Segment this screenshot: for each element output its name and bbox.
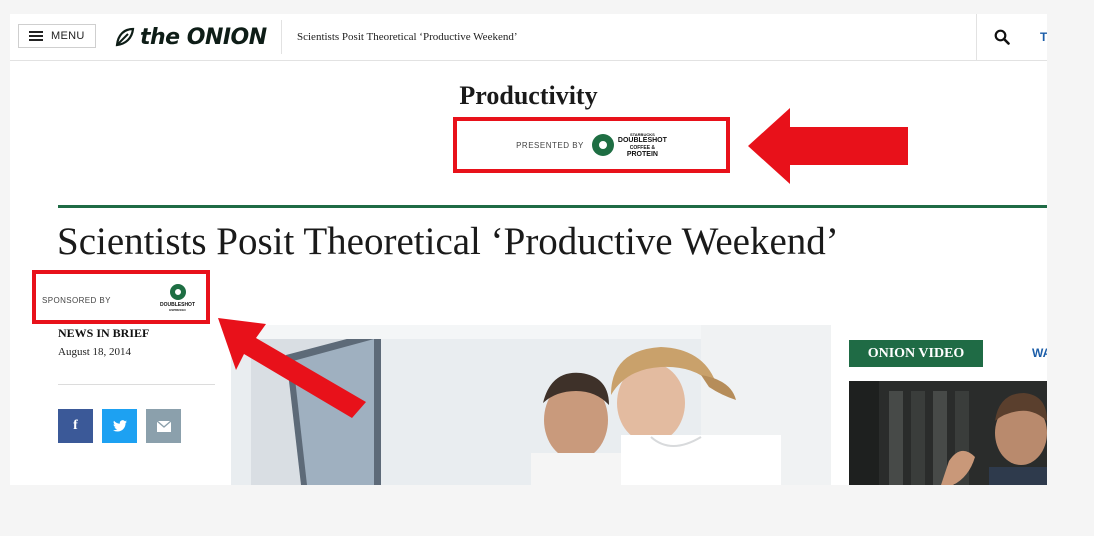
sponsored-by-label: SPONSORED BY: [42, 296, 111, 305]
search-icon: [994, 29, 1010, 45]
onion-leaf-icon: [115, 27, 135, 47]
header-article-title: Scientists Posit Theoretical ‘Productive…: [297, 31, 518, 43]
facebook-share-button[interactable]: f: [58, 409, 93, 443]
menu-label: MENU: [51, 30, 85, 42]
menu-button[interactable]: MENU: [18, 24, 96, 48]
starbucks-siren-icon: [591, 134, 614, 156]
email-share-button[interactable]: [146, 409, 181, 443]
video-still: [849, 381, 1047, 485]
onion-logo[interactable]: the ONION: [114, 23, 267, 51]
header-divider: [281, 20, 282, 54]
article-date: August 18, 2014: [58, 346, 132, 358]
video-thumbnail[interactable]: [849, 381, 1047, 485]
header-right-link[interactable]: T: [1040, 30, 1047, 44]
facebook-icon: f: [73, 418, 78, 433]
article-kicker[interactable]: NEWS IN BRIEF: [58, 326, 149, 341]
envelope-icon: [156, 420, 171, 432]
onion-video-label[interactable]: ONION VIDEO: [849, 340, 983, 367]
hamburger-icon: [29, 31, 43, 41]
search-button[interactable]: [976, 14, 1027, 60]
article-headline: Scientists Posit Theoretical ‘Productive…: [57, 220, 839, 263]
sponsored-by-box[interactable]: SPONSORED BY DOUBLESHOT ESPRESSO: [32, 270, 210, 324]
sponsor-logo-small: DOUBLESHOT ESPRESSO: [160, 284, 195, 312]
site-header: MENU the ONION Scientists Posit Theoreti…: [10, 14, 1047, 61]
starbucks-siren-icon: [169, 284, 186, 300]
section-rule: [58, 205, 1047, 208]
twitter-share-button[interactable]: [102, 409, 137, 443]
logo-wordmark: the ONION: [140, 24, 267, 50]
presented-by-label: PRESENTED BY: [516, 140, 584, 150]
onion-article-page: MENU the ONION Scientists Posit Theoreti…: [10, 14, 1047, 485]
twitter-icon: [112, 420, 127, 432]
sponsor-brand-logo: STARBUCKS DOUBLESHOT COFFEE & PROTEIN: [617, 131, 667, 158]
watch-link[interactable]: WA: [1032, 346, 1047, 360]
annotation-arrow-bottom: [218, 318, 366, 418]
annotation-arrow-top: [748, 108, 908, 184]
presented-by-box[interactable]: PRESENTED BY STARBUCKS DOUBLESHOT COFFEE…: [453, 117, 730, 173]
meta-divider: [58, 384, 215, 385]
section-title[interactable]: Productivity: [10, 81, 1047, 111]
